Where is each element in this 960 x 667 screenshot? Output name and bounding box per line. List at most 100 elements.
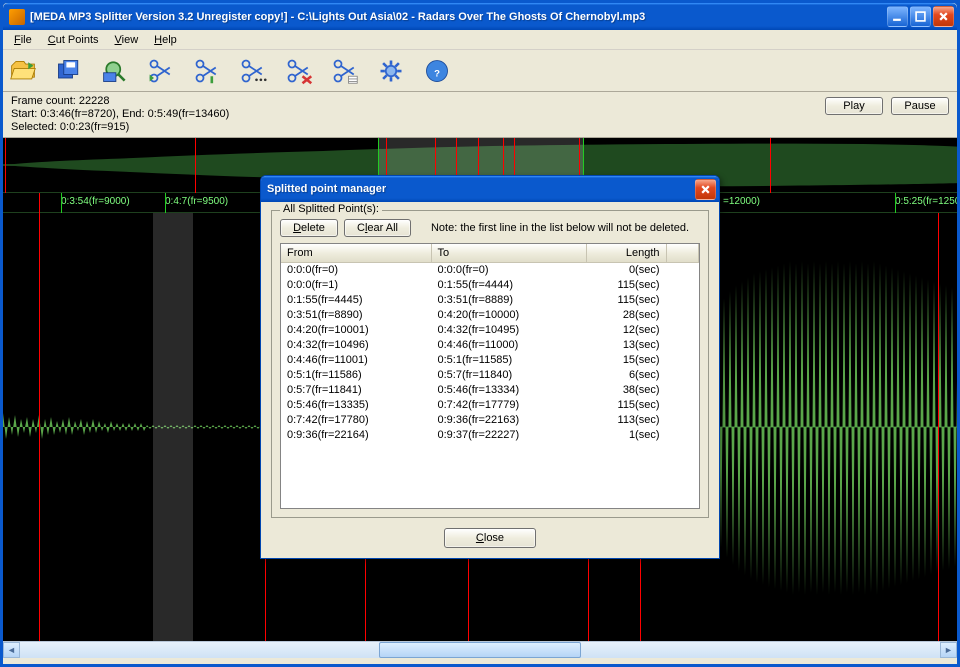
cell-length: 115(sec) <box>586 398 666 413</box>
cell-to: 0:4:20(fr=10000) <box>431 308 586 323</box>
dialog-close-button[interactable] <box>695 179 716 200</box>
table-row[interactable]: 0:4:46(fr=11001)0:5:1(fr=11585)15(sec) <box>281 353 699 368</box>
ruler-label: 0:5:25(fr=12500) <box>895 196 957 207</box>
cell-from: 0:1:55(fr=4445) <box>281 293 431 308</box>
splitted-points-group: All Splitted Point(s): Delete Clear All … <box>271 210 709 518</box>
cell-length: 6(sec) <box>586 368 666 383</box>
col-to[interactable]: To <box>431 244 586 263</box>
table-row[interactable]: 0:4:20(fr=10001)0:4:32(fr=10495)12(sec) <box>281 323 699 338</box>
split-current-icon[interactable] <box>193 57 221 85</box>
menu-help[interactable]: Help <box>147 32 184 48</box>
cell-length: 13(sec) <box>586 338 666 353</box>
table-row[interactable]: 0:3:51(fr=8890)0:4:20(fr=10000)28(sec) <box>281 308 699 323</box>
cell-to: 0:5:7(fr=11840) <box>431 368 586 383</box>
overview-split-marker <box>5 138 6 193</box>
cell-from: 0:3:51(fr=8890) <box>281 308 431 323</box>
delete-split-icon[interactable] <box>285 57 313 85</box>
col-from[interactable]: From <box>281 244 431 263</box>
cell-to: 0:5:46(fr=13334) <box>431 383 586 398</box>
ruler-marker <box>39 193 40 213</box>
window-title: [MEDA MP3 Splitter Version 3.2 Unregiste… <box>30 11 887 23</box>
cell-from: 0:4:32(fr=10496) <box>281 338 431 353</box>
table-row[interactable]: 0:5:7(fr=11841)0:5:46(fr=13334)38(sec) <box>281 383 699 398</box>
scroll-track[interactable] <box>20 642 940 658</box>
dialog-close-bottom-button[interactable]: Close <box>444 528 536 548</box>
main-titlebar[interactable]: [MEDA MP3 Splitter Version 3.2 Unregiste… <box>3 3 957 30</box>
cell-from: 0:0:0(fr=0) <box>281 263 431 279</box>
cell-to: 0:9:37(fr=22227) <box>431 428 586 443</box>
settings-icon[interactable] <box>377 57 405 85</box>
save-all-icon[interactable] <box>55 57 83 85</box>
table-row[interactable]: 0:5:46(fr=13335)0:7:42(fr=17779)115(sec) <box>281 398 699 413</box>
overview-split-marker <box>195 138 196 193</box>
note-text: Note: the first line in the list below w… <box>431 222 689 234</box>
info-strip: Frame count: 22228 Start: 0:3:46(fr=8720… <box>3 92 957 138</box>
cell-length: 0(sec) <box>586 263 666 279</box>
selection-range-label: Start: 0:3:46(fr=8720), End: 0:5:49(fr=1… <box>11 108 825 121</box>
split-points-table[interactable]: From To Length 0:0:0(fr=0)0:0:0(fr=0)0(s… <box>280 243 700 509</box>
delete-button[interactable]: Delete <box>280 219 338 237</box>
table-row[interactable]: 0:5:1(fr=11586)0:5:7(fr=11840)6(sec) <box>281 368 699 383</box>
cell-from: 0:4:46(fr=11001) <box>281 353 431 368</box>
col-length[interactable]: Length <box>586 244 666 263</box>
open-file-icon[interactable] <box>9 57 37 85</box>
ruler-label-partial: =12000) <box>723 196 760 207</box>
menu-cutpoints[interactable]: Cut Points <box>41 32 106 48</box>
close-button[interactable] <box>933 6 954 27</box>
dialog-titlebar[interactable]: Splitted point manager <box>261 176 719 202</box>
scroll-right-button[interactable]: ► <box>940 642 957 658</box>
svg-text:?: ? <box>434 68 440 79</box>
table-row[interactable]: 0:0:0(fr=0)0:0:0(fr=0)0(sec) <box>281 263 699 279</box>
ruler-label: 0:4:7(fr=9500) <box>165 196 228 207</box>
split-marker[interactable] <box>938 213 939 641</box>
cell-to: 0:0:0(fr=0) <box>431 263 586 279</box>
cell-from: 0:7:42(fr=17780) <box>281 413 431 428</box>
manage-splits-icon[interactable] <box>331 57 359 85</box>
app-icon <box>9 9 25 25</box>
selection-length-label: Selected: 0:0:23(fr=915) <box>11 121 825 134</box>
group-legend: All Splitted Point(s): <box>280 203 382 215</box>
help-icon[interactable]: ? <box>423 57 451 85</box>
menu-view[interactable]: View <box>108 32 146 48</box>
cell-to: 0:5:1(fr=11585) <box>431 353 586 368</box>
ruler-tick <box>895 193 896 213</box>
frame-count-label: Frame count: 22228 <box>11 95 825 108</box>
cell-from: 0:4:20(fr=10001) <box>281 323 431 338</box>
menu-file[interactable]: File <box>7 32 39 48</box>
cell-from: 0:0:0(fr=1) <box>281 278 431 293</box>
table-row[interactable]: 0:0:0(fr=1)0:1:55(fr=4444)115(sec) <box>281 278 699 293</box>
cell-to: 0:3:51(fr=8889) <box>431 293 586 308</box>
split-start-icon[interactable] <box>147 57 175 85</box>
cell-from: 0:5:46(fr=13335) <box>281 398 431 413</box>
overview-split-marker <box>770 138 771 193</box>
table-row[interactable]: 0:4:32(fr=10496)0:4:46(fr=11000)13(sec) <box>281 338 699 353</box>
scroll-thumb[interactable] <box>379 642 581 658</box>
scroll-left-button[interactable]: ◄ <box>3 642 20 658</box>
preview-icon[interactable] <box>101 57 129 85</box>
cell-from: 0:5:1(fr=11586) <box>281 368 431 383</box>
selection-band[interactable] <box>153 213 193 641</box>
table-row[interactable]: 0:7:42(fr=17780)0:9:36(fr=22163)113(sec) <box>281 413 699 428</box>
cell-from: 0:9:36(fr=22164) <box>281 428 431 443</box>
horizontal-scrollbar[interactable]: ◄ ► <box>3 641 957 658</box>
table-row[interactable]: 0:1:55(fr=4445)0:3:51(fr=8889)115(sec) <box>281 293 699 308</box>
cell-from: 0:5:7(fr=11841) <box>281 383 431 398</box>
ruler-label: 0:3:54(fr=9000) <box>61 196 130 207</box>
pause-button[interactable]: Pause <box>891 97 949 115</box>
cell-to: 0:1:55(fr=4444) <box>431 278 586 293</box>
split-manual-icon[interactable] <box>239 57 267 85</box>
cell-length: 115(sec) <box>586 293 666 308</box>
menubar: File Cut Points View Help <box>3 30 957 50</box>
col-spacer <box>666 244 699 263</box>
clear-all-button[interactable]: Clear All <box>344 219 411 237</box>
play-button[interactable]: Play <box>825 97 883 115</box>
splitted-point-manager-dialog: Splitted point manager All Splitted Poin… <box>260 175 720 559</box>
minimize-button[interactable] <box>887 6 908 27</box>
split-marker[interactable] <box>39 213 40 641</box>
table-row[interactable]: 0:9:36(fr=22164)0:9:37(fr=22227)1(sec) <box>281 428 699 443</box>
maximize-button[interactable] <box>910 6 931 27</box>
cell-length: 28(sec) <box>586 308 666 323</box>
cell-length: 113(sec) <box>586 413 666 428</box>
cell-to: 0:4:46(fr=11000) <box>431 338 586 353</box>
cell-length: 38(sec) <box>586 383 666 398</box>
